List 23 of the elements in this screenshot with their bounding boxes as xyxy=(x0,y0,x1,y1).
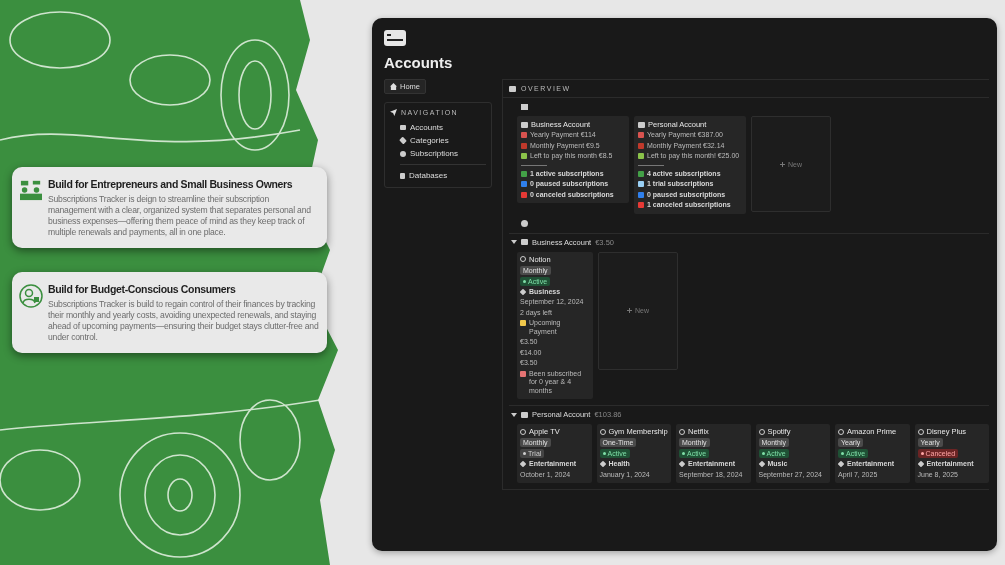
user-icon xyxy=(19,284,43,308)
navigation-link[interactable]: Accounts xyxy=(390,123,486,132)
tag-icon xyxy=(678,460,686,468)
tag-icon xyxy=(599,460,606,468)
tag-icon xyxy=(837,460,845,468)
caret-icon[interactable] xyxy=(511,239,517,245)
home-icon xyxy=(390,83,397,90)
team-icon xyxy=(19,179,43,201)
tag-icon xyxy=(758,460,765,468)
tag-icon xyxy=(917,460,924,468)
feature-title: Build for Budget-Conscious Consumers xyxy=(48,283,237,295)
navigation-link[interactable]: Categories xyxy=(390,136,486,145)
navigation-link[interactable]: Subscriptions xyxy=(390,149,486,158)
tag-icon xyxy=(519,288,527,295)
credit-card-icon xyxy=(384,30,406,46)
navigation-arrow-icon xyxy=(390,109,397,116)
page-title: Accounts xyxy=(384,54,454,71)
tag-icon xyxy=(519,460,527,468)
caret-icon[interactable] xyxy=(511,411,517,418)
feature-description: Subscriptions Tracker is build to regain control of their finances by tracking their monthly and yearly costs, avoiding unexpected renewals, and staying ahead of upcoming payments—ensuring their budget stays clutter-free and under control. xyxy=(48,299,319,343)
feature-title: Build for Entrepreneurs and Small Business Owners xyxy=(48,178,294,190)
databases-link[interactable]: Databases xyxy=(390,171,486,180)
feature-description: Subscriptions Tracker is deign to streamline their subscription management with a clear, organized system that separates personal and business expenses—offering them peace of mind as they keep track of multiple renewals and payments, all in one place. xyxy=(48,194,312,238)
